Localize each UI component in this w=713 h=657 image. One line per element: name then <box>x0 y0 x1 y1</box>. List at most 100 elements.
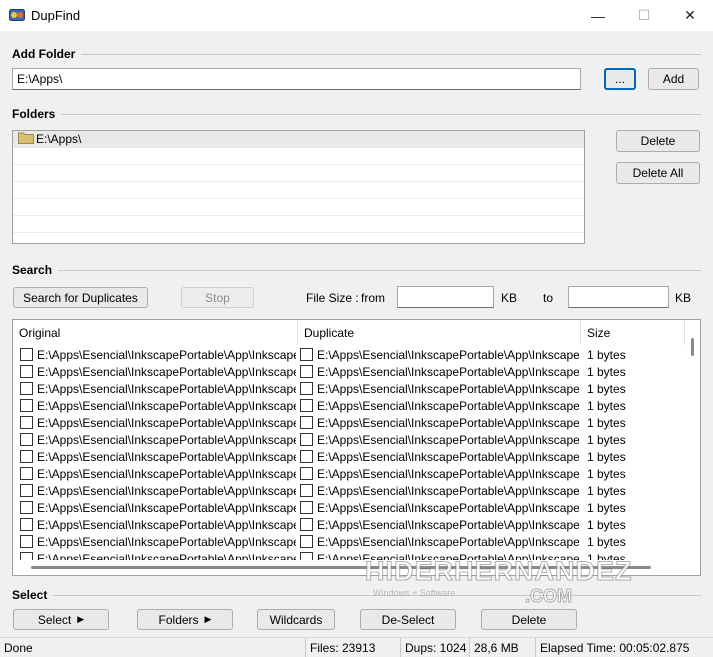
status-files: Files: 23913 <box>305 638 400 657</box>
delete-folder-label: Delete <box>640 134 676 148</box>
duplicate-checkbox[interactable] <box>300 535 313 548</box>
search-duplicates-button[interactable]: Search for Duplicates <box>13 287 148 308</box>
duplicates-grid[interactable]: Original Duplicate Size E:\Apps\Esencial… <box>12 319 701 576</box>
table-row[interactable]: E:\Apps\Esencial\InkscapePortable\App\In… <box>13 346 683 363</box>
original-checkbox[interactable] <box>20 467 33 480</box>
stop-button[interactable]: Stop <box>181 287 254 308</box>
size-cell: 1 bytes <box>587 347 626 362</box>
folder-list-empty-row <box>13 182 584 199</box>
duplicate-checkbox[interactable] <box>300 365 313 378</box>
size-cell: 1 bytes <box>587 398 626 413</box>
deselect-button[interactable]: De-Select <box>360 609 456 630</box>
original-checkbox[interactable] <box>20 484 33 497</box>
original-checkbox[interactable] <box>20 348 33 361</box>
folders-menu-button[interactable]: Folders ▶ <box>137 609 233 630</box>
column-header-size[interactable]: Size <box>581 320 685 345</box>
status-bar: Done Files: 23913 Dups: 1024 28,6 MB Ela… <box>0 637 713 657</box>
table-row[interactable]: E:\Apps\Esencial\InkscapePortable\App\In… <box>13 516 683 533</box>
app-icon <box>9 7 25 23</box>
vertical-scrollbar[interactable] <box>685 320 700 560</box>
original-checkbox[interactable] <box>20 450 33 463</box>
browse-button[interactable]: ... <box>604 68 636 90</box>
wildcards-label: Wildcards <box>269 612 323 627</box>
original-checkbox[interactable] <box>20 518 33 531</box>
original-checkbox[interactable] <box>20 365 33 378</box>
stop-label: Stop <box>205 290 230 305</box>
size-cell: 1 bytes <box>587 534 626 549</box>
minimize-button[interactable]: — <box>575 0 621 31</box>
close-button[interactable]: ✕ <box>667 0 713 31</box>
duplicate-cell: E:\Apps\Esencial\InkscapePortable\App\In… <box>300 465 579 482</box>
table-row[interactable]: E:\Apps\Esencial\InkscapePortable\App\In… <box>13 397 683 414</box>
table-row[interactable]: E:\Apps\Esencial\InkscapePortable\App\In… <box>13 499 683 516</box>
duplicate-checkbox[interactable] <box>300 348 313 361</box>
duplicate-checkbox[interactable] <box>300 382 313 395</box>
original-path: E:\Apps\Esencial\InkscapePortable\App\In… <box>37 483 296 498</box>
duplicate-checkbox[interactable] <box>300 450 313 463</box>
delete-folder-button[interactable]: Delete <box>616 130 700 152</box>
wildcards-button[interactable]: Wildcards <box>257 609 335 630</box>
folders-list[interactable]: E:\Apps\ <box>12 130 585 244</box>
duplicate-checkbox[interactable] <box>300 501 313 514</box>
original-path: E:\Apps\Esencial\InkscapePortable\App\In… <box>37 381 296 396</box>
delete-all-folders-button[interactable]: Delete All <box>616 162 700 184</box>
table-row[interactable]: E:\Apps\Esencial\InkscapePortable\App\In… <box>13 448 683 465</box>
size-cell: 1 bytes <box>587 466 626 481</box>
duplicate-cell: E:\Apps\Esencial\InkscapePortable\App\In… <box>300 431 579 448</box>
original-checkbox[interactable] <box>20 416 33 429</box>
original-path: E:\Apps\Esencial\InkscapePortable\App\In… <box>37 347 296 362</box>
search-divider <box>12 270 701 271</box>
original-checkbox[interactable] <box>20 399 33 412</box>
size-cell: 1 bytes <box>587 381 626 396</box>
column-header-duplicate[interactable]: Duplicate <box>298 320 581 345</box>
table-row[interactable]: E:\Apps\Esencial\InkscapePortable\App\In… <box>13 431 683 448</box>
from-label: from <box>361 291 385 305</box>
menu-arrow-icon: ▶ <box>204 614 212 624</box>
table-row[interactable]: E:\Apps\Esencial\InkscapePortable\App\In… <box>13 363 683 380</box>
delete-selected-label: Delete <box>511 612 547 627</box>
table-row[interactable]: E:\Apps\Esencial\InkscapePortable\App\In… <box>13 380 683 397</box>
original-checkbox[interactable] <box>20 535 33 548</box>
table-row[interactable]: E:\Apps\Esencial\InkscapePortable\App\In… <box>13 482 683 499</box>
table-row[interactable]: E:\Apps\Esencial\InkscapePortable\App\In… <box>13 465 683 482</box>
size-to-input[interactable] <box>568 286 669 308</box>
duplicate-cell: E:\Apps\Esencial\InkscapePortable\App\In… <box>300 380 579 397</box>
maximize-icon: ☐ <box>637 7 651 23</box>
horizontal-scroll-thumb[interactable] <box>31 566 651 569</box>
original-cell: E:\Apps\Esencial\InkscapePortable\App\In… <box>20 499 296 516</box>
duplicate-cell: E:\Apps\Esencial\InkscapePortable\App\In… <box>300 363 579 380</box>
original-path: E:\Apps\Esencial\InkscapePortable\App\In… <box>37 534 296 549</box>
duplicate-cell: E:\Apps\Esencial\InkscapePortable\App\In… <box>300 533 579 550</box>
original-checkbox[interactable] <box>20 433 33 446</box>
folder-list-item-label: E:\Apps\ <box>36 132 82 146</box>
original-cell: E:\Apps\Esencial\InkscapePortable\App\In… <box>20 414 296 431</box>
table-row[interactable]: E:\Apps\Esencial\InkscapePortable\App\In… <box>13 414 683 431</box>
select-menu-button[interactable]: Select ▶ <box>13 609 109 630</box>
duplicate-checkbox[interactable] <box>300 433 313 446</box>
delete-selected-button[interactable]: Delete <box>481 609 577 630</box>
table-row[interactable]: E:\Apps\Esencial\InkscapePortable\App\In… <box>13 533 683 550</box>
folder-list-empty-row <box>13 165 584 182</box>
folder-list-item[interactable]: E:\Apps\ <box>13 131 584 148</box>
duplicate-checkbox[interactable] <box>300 467 313 480</box>
size-cell: 1 bytes <box>587 500 626 515</box>
vertical-scroll-thumb[interactable] <box>691 338 694 356</box>
search-heading: Search <box>12 263 59 277</box>
column-header-original[interactable]: Original <box>13 320 298 345</box>
duplicate-path: E:\Apps\Esencial\InkscapePortable\App\In… <box>317 449 579 464</box>
folders-menu-label: Folders <box>158 612 199 627</box>
folder-path-input[interactable]: E:\Apps\ <box>12 68 581 90</box>
add-button[interactable]: Add <box>648 68 699 90</box>
horizontal-scrollbar[interactable] <box>13 560 685 575</box>
folder-list-empty-row <box>13 148 584 165</box>
maximize-button[interactable]: ☐ <box>621 0 667 31</box>
watermark-domain: .COM <box>525 586 573 607</box>
size-from-input[interactable] <box>397 286 494 308</box>
duplicate-checkbox[interactable] <box>300 399 313 412</box>
original-checkbox[interactable] <box>20 382 33 395</box>
duplicate-checkbox[interactable] <box>300 518 313 531</box>
deselect-label: De-Select <box>381 612 435 627</box>
duplicate-checkbox[interactable] <box>300 416 313 429</box>
original-checkbox[interactable] <box>20 501 33 514</box>
duplicate-checkbox[interactable] <box>300 484 313 497</box>
